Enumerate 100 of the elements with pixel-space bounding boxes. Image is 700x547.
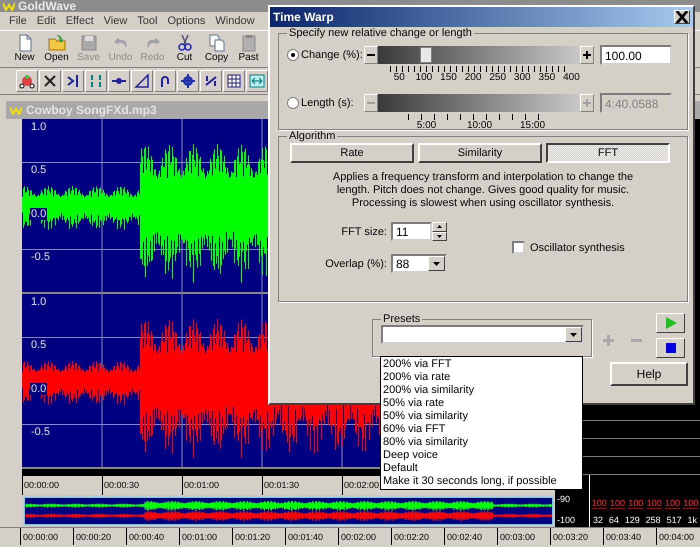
stop-button[interactable]	[656, 338, 685, 358]
peak-value: 100	[646, 498, 662, 509]
tool-button[interactable]	[108, 70, 130, 92]
checkbox[interactable]	[512, 241, 525, 254]
dropdown-option[interactable]: 200% via similarity	[381, 384, 582, 397]
tool-button[interactable]	[39, 70, 61, 92]
option-label: Length (s):	[301, 97, 355, 109]
toolbar-button[interactable]: Open	[42, 33, 71, 65]
tool-button[interactable]	[177, 70, 199, 92]
dropdown-option[interactable]: Default	[381, 462, 582, 475]
peak-value: 100	[610, 498, 625, 509]
time-label: 00:02:40	[444, 528, 497, 545]
menu-item[interactable]: Window	[210, 15, 260, 27]
time-label: 00:01:40	[285, 528, 338, 545]
menu-item[interactable]: Tool	[132, 15, 162, 27]
time-label: 00:03:20	[550, 528, 603, 545]
ramp-icon	[134, 73, 150, 89]
axis-label: 0.5	[30, 339, 48, 352]
close-button[interactable]	[674, 10, 690, 24]
peak-value: 100	[683, 498, 698, 509]
grid-icon	[226, 73, 242, 89]
toolbar-button[interactable]: Copy	[202, 33, 231, 65]
time-label: 00:00:20	[73, 528, 126, 545]
field-label: FFT size:	[340, 226, 388, 238]
band-label: 129	[624, 515, 640, 525]
time-label: 00:03:40	[603, 528, 656, 545]
tool-button[interactable]	[200, 70, 222, 92]
dropdown[interactable]	[381, 325, 584, 344]
app-title: GoldWave	[18, 1, 76, 11]
dropdown-option[interactable]: 50% via rate	[381, 397, 582, 410]
number-field[interactable]: 11	[391, 222, 432, 241]
tick-label: 250	[488, 72, 508, 84]
tick-label: 15:00	[518, 120, 546, 132]
menu-item[interactable]: Options	[162, 15, 210, 27]
value-field[interactable]: 100.00	[600, 45, 672, 65]
bar-arrow-icon	[65, 73, 81, 89]
band-label: 1k	[688, 515, 698, 525]
scale-label: -90	[557, 494, 572, 504]
scale-label: -100	[557, 515, 576, 525]
toolbar-button[interactable]: Past	[234, 33, 263, 65]
menu-item[interactable]: View	[98, 15, 132, 27]
group-label: Presets	[382, 313, 422, 325]
checkbox-label: Oscillator synthesis	[530, 242, 625, 254]
dots-icon	[19, 73, 35, 89]
plus-icon	[582, 50, 592, 60]
dropdown-option[interactable]: Deep voice	[381, 449, 582, 462]
spin-up-button[interactable]	[432, 222, 447, 232]
dropdown-option[interactable]: 60% via FFT	[381, 423, 582, 436]
axis-label: 0.0	[30, 382, 48, 394]
option-label: Change (%):	[301, 49, 364, 61]
scissors-icon	[176, 34, 194, 52]
dropdown-option[interactable]: 200% via rate	[381, 371, 582, 384]
description-text: Applies a frequency transform and interpolation to change the length. Pitch does not change. Gives good quality for music. Processing is slowest when using oscillator synthesis.	[332, 171, 634, 210]
radio-button[interactable]	[287, 49, 299, 61]
axis-label: -0.5	[30, 426, 51, 438]
axis-label: 1.0	[30, 121, 48, 133]
toolbar-button[interactable]: Cut	[170, 33, 199, 65]
cross-icon	[42, 73, 58, 89]
toolbar-button[interactable]: New	[10, 33, 39, 65]
tick-label: 5:00	[416, 120, 438, 132]
tool-button[interactable]	[154, 70, 176, 92]
dropdown-option[interactable]: 80% via similarity	[381, 436, 582, 449]
algorithm-tab[interactable]: Rate	[290, 143, 414, 163]
caret-icon	[570, 332, 577, 336]
axis-label: 0.0	[30, 208, 48, 220]
tick-label: 10:00	[466, 120, 494, 132]
plus-button[interactable]	[580, 46, 594, 64]
band-label: 32	[592, 515, 603, 525]
algorithm-tab[interactable]: FFT	[546, 143, 670, 163]
play-button[interactable]	[656, 313, 685, 333]
axis-label: 1.0	[30, 296, 48, 308]
time-label: 00:01:20	[232, 528, 285, 545]
group-label: Algorithm	[288, 130, 336, 142]
menu-item[interactable]: Effect	[60, 15, 99, 27]
tool-button[interactable]	[62, 70, 84, 92]
tick-label: 400	[562, 72, 581, 84]
logo-icon	[10, 106, 22, 114]
gear-icon	[180, 73, 196, 89]
menu-item[interactable]: Edit	[32, 15, 61, 27]
field-label: Overlap (%):	[324, 258, 388, 270]
slider-thumb[interactable]	[420, 47, 432, 63]
axis-label: -0.5	[30, 250, 51, 263]
menu-item[interactable]: File	[4, 15, 32, 27]
clipboard-icon	[240, 34, 258, 52]
dropdown[interactable]: 88	[391, 254, 447, 273]
minus-button[interactable]	[364, 46, 378, 64]
tool-button[interactable]	[131, 70, 153, 92]
dialog-title: Time Warp	[273, 10, 334, 24]
tool-button[interactable]	[16, 70, 38, 92]
peak-value: 100	[628, 498, 644, 509]
tick-label: 300	[512, 72, 532, 84]
tool-button[interactable]	[223, 70, 245, 92]
dialog-button[interactable]: Help	[610, 362, 688, 386]
peak-value: 100	[664, 498, 680, 509]
peak-value: 100	[592, 498, 607, 509]
tick-label: 150	[439, 72, 458, 84]
algorithm-tab[interactable]: Similarity	[418, 143, 542, 163]
down-arrow-icon	[437, 234, 442, 238]
dropdown-option[interactable]: 200% via FFT	[381, 358, 582, 371]
dropdown-option[interactable]: 50% via similarity	[381, 410, 582, 423]
